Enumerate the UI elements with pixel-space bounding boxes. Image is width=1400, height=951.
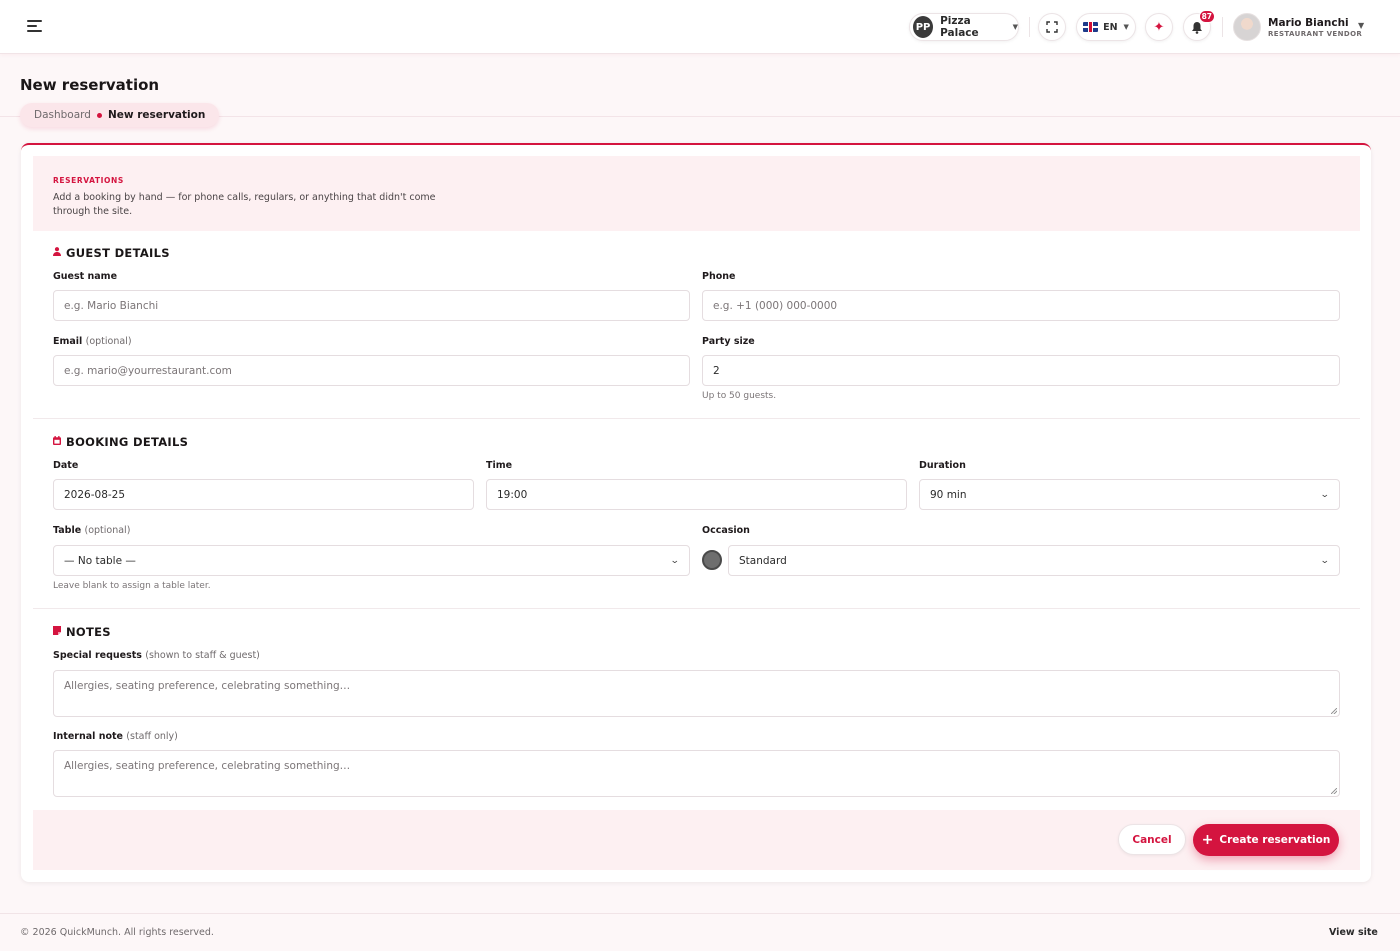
table-value: — No table —: [64, 554, 136, 567]
create-reservation-button[interactable]: + Create reservation: [1193, 824, 1339, 856]
uk-flag-icon: [1083, 22, 1099, 32]
intro-eyebrow: RESERVATIONS: [53, 176, 124, 185]
guest-name-input[interactable]: e.g. Mario Bianchi: [53, 290, 690, 321]
language-switcher[interactable]: EN ▼: [1076, 13, 1136, 41]
breadcrumb-current: New reservation: [107, 109, 206, 121]
date-input[interactable]: 2026-08-25: [53, 479, 474, 510]
breadcrumb-separator: [96, 112, 102, 118]
restaurant-name: Pizza Palace: [940, 15, 979, 39]
table-select[interactable]: — No table — ⌄: [53, 545, 690, 576]
sparkle-icon: ✦: [1153, 19, 1165, 35]
restaurant-avatar: PP: [913, 16, 934, 38]
cancel-button[interactable]: Cancel: [1118, 824, 1186, 855]
chevron-down-icon: ⌄: [670, 555, 681, 566]
internal-note-label-text: Internal note: [53, 731, 123, 742]
table-label-text: Table: [53, 525, 82, 536]
email-label-text: Email: [53, 336, 83, 347]
party-size-input[interactable]: 2: [702, 355, 1340, 386]
occasion-select[interactable]: Standard ⌄: [728, 545, 1340, 576]
create-reservation-label: Create reservation: [1219, 834, 1331, 846]
internal-note-sub-text: (staff only): [126, 731, 178, 742]
notifications-button[interactable]: 87: [1183, 10, 1215, 41]
internal-note-textarea[interactable]: Allergies, seating preference, celebrati…: [53, 750, 1340, 797]
chevron-down-icon: ⌄: [1320, 555, 1331, 566]
time-label: Time: [486, 460, 513, 471]
divider: [1029, 17, 1030, 37]
resize-handle-icon[interactable]: [1331, 788, 1337, 794]
party-size-label: Party size: [702, 336, 755, 347]
internal-note-label: Internal note (staff only): [53, 731, 178, 742]
occasion-color-swatch[interactable]: [702, 550, 722, 570]
fullscreen-icon: [1046, 21, 1058, 33]
language-code: EN: [1103, 21, 1118, 33]
chevron-down-icon: ▼: [1012, 23, 1018, 31]
fullscreen-button[interactable]: [1038, 13, 1066, 41]
occasion-label: Occasion: [702, 525, 750, 536]
copyright-text: © 2026 QuickMunch. All rights reserved.: [20, 927, 214, 938]
divider: [1222, 17, 1223, 37]
section-title-text: GUEST DETAILS: [66, 246, 170, 260]
user-menu[interactable]: Mario Bianchi RESTAURANT VENDOR ▼: [1233, 12, 1365, 42]
special-requests-textarea[interactable]: Allergies, seating preference, celebrati…: [53, 670, 1340, 717]
party-size-hint: Up to 50 guests.: [702, 391, 777, 401]
user-name: Mario Bianchi: [1268, 16, 1349, 29]
chevron-down-icon: ⌄: [1320, 489, 1331, 500]
plus-icon: +: [1201, 832, 1214, 848]
special-requests-label-text: Special requests: [53, 650, 142, 661]
guest-details-heading: GUEST DETAILS: [53, 246, 170, 260]
special-requests-sub-text: (shown to staff & guest): [145, 650, 260, 661]
restaurant-switcher[interactable]: PP Pizza Palace ▼: [909, 13, 1019, 41]
note-icon: [53, 626, 61, 638]
section-divider: [33, 418, 1360, 419]
breadcrumb: Dashboard New reservation: [20, 103, 220, 127]
guest-name-label: Guest name: [53, 271, 118, 282]
avatar: [1233, 13, 1261, 41]
breadcrumb-dashboard-link[interactable]: Dashboard: [34, 109, 91, 121]
bell-icon: [1192, 21, 1202, 34]
notification-count-badge: 87: [1198, 10, 1215, 23]
page-title: New reservation: [20, 76, 160, 94]
ai-assistant-button[interactable]: ✦: [1145, 13, 1173, 41]
user-icon: [53, 247, 61, 259]
duration-label: Duration: [919, 460, 966, 471]
section-title-text: BOOKING DETAILS: [66, 435, 189, 449]
date-label: Date: [53, 460, 79, 471]
email-label: Email (optional): [53, 336, 132, 347]
email-optional-text: (optional): [85, 336, 132, 347]
occasion-value: Standard: [739, 554, 787, 567]
user-role: RESTAURANT VENDOR: [1268, 29, 1363, 38]
email-input[interactable]: e.g. mario@yourrestaurant.com: [53, 355, 690, 386]
phone-input[interactable]: e.g. +1 (000) 000-0000: [702, 290, 1340, 321]
topbar: PP Pizza Palace ▼ EN ▼ ✦ 87 Mario Bianch…: [0, 0, 1400, 54]
table-optional-text: (optional): [84, 525, 131, 536]
special-requests-placeholder: Allergies, seating preference, celebrati…: [64, 680, 351, 692]
intro-banner: RESERVATIONS Add a booking by hand — for…: [33, 156, 1360, 231]
intro-text: Add a booking by hand — for phone calls,…: [53, 192, 436, 217]
chevron-down-icon: ▼: [1123, 23, 1129, 31]
footer-divider: [0, 913, 1400, 914]
internal-note-placeholder: Allergies, seating preference, celebrati…: [64, 760, 351, 772]
chevron-down-icon: ▼: [1358, 21, 1365, 30]
view-site-link[interactable]: View site: [1329, 927, 1378, 938]
duration-value: 90 min: [930, 488, 967, 501]
special-requests-label: Special requests (shown to staff & guest…: [53, 650, 260, 661]
table-label: Table (optional): [53, 525, 130, 536]
phone-label: Phone: [702, 271, 736, 282]
booking-details-heading: BOOKING DETAILS: [53, 435, 188, 449]
resize-handle-icon[interactable]: [1331, 708, 1337, 714]
section-title-text: NOTES: [66, 625, 111, 639]
calendar-icon: [53, 436, 61, 448]
table-hint: Leave blank to assign a table later.: [53, 581, 211, 591]
menu-toggle-icon[interactable]: [27, 20, 42, 33]
section-divider: [33, 608, 1360, 609]
duration-select[interactable]: 90 min ⌄: [919, 479, 1340, 510]
reservation-form-card: RESERVATIONS Add a booking by hand — for…: [21, 143, 1371, 882]
notes-heading: NOTES: [53, 625, 111, 639]
time-input[interactable]: 19:00: [486, 479, 907, 510]
